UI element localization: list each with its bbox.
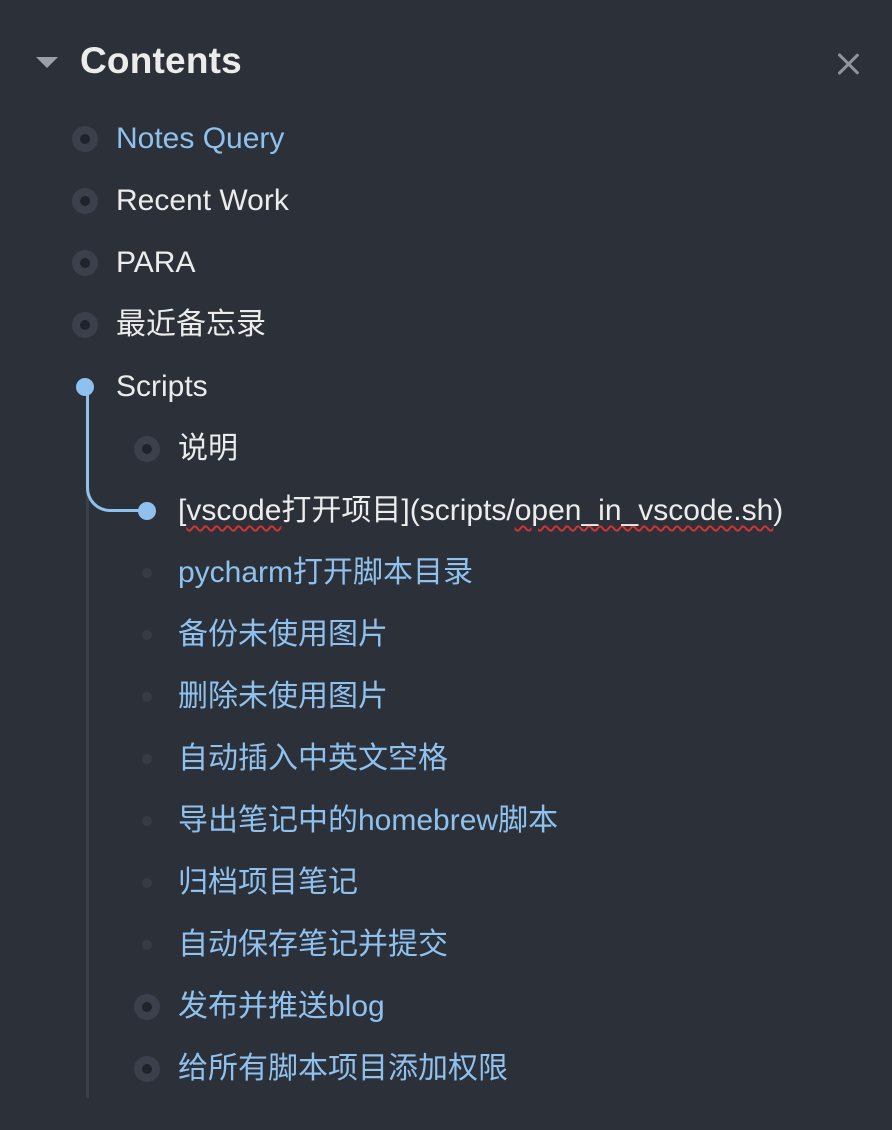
bullet-icon — [134, 870, 160, 896]
bullet-icon — [134, 436, 160, 462]
bullet-icon — [134, 746, 160, 772]
active-bullet-icon — [72, 374, 98, 400]
toc-item-label: 备份未使用图片 — [178, 618, 388, 651]
chevron-down-icon[interactable] — [36, 57, 58, 68]
bullet-icon — [134, 808, 160, 834]
toc-item-label: 归档项目笔记 — [178, 866, 358, 899]
contents-panel: Contents Notes Query Recent Work PARA 最近… — [0, 0, 892, 1130]
active-bullet-icon — [134, 498, 160, 524]
toc-item-label: 说明 — [178, 432, 238, 465]
toc-item-label: 导出笔记中的homebrew脚本 — [178, 804, 559, 837]
close-icon[interactable] — [832, 48, 864, 80]
toc-item-label: 自动保存笔记并提交 — [178, 928, 448, 961]
bullet-icon — [72, 188, 98, 214]
bullet-icon — [134, 932, 160, 958]
toc-item-label: 自动插入中英文空格 — [178, 742, 448, 775]
toc-item-label: 发布并推送blog — [178, 990, 385, 1023]
bullet-icon — [72, 250, 98, 276]
toc-item-label: Recent Work — [116, 184, 289, 217]
toc-item-label: [vscode打开项目](scripts/open_in_vscode.sh) — [178, 494, 784, 527]
spellcheck-word: open_in_vscode.sh — [514, 494, 774, 527]
bullet-icon — [134, 994, 160, 1020]
panel-title: Contents — [80, 40, 242, 81]
toc-item-label: Scripts — [116, 370, 208, 403]
panel-header: Contents — [0, 0, 892, 130]
toc-item-label: 删除未使用图片 — [178, 680, 388, 713]
bullet-icon — [134, 560, 160, 586]
bullet-icon — [134, 1056, 160, 1082]
bullet-icon — [134, 684, 160, 710]
bullet-icon — [134, 622, 160, 648]
bullet-icon — [72, 312, 98, 338]
bullet-icon — [72, 126, 98, 152]
toc-item-label: 给所有脚本项目添加权限 — [178, 1052, 508, 1085]
toc-item-label: 最近备忘录 — [116, 308, 266, 341]
toc-item-label: pycharm打开脚本目录 — [178, 556, 474, 589]
toc-item-label: Notes Query — [116, 122, 285, 155]
toc-item-label: PARA — [116, 246, 196, 279]
spellcheck-word: vscode — [186, 494, 282, 527]
